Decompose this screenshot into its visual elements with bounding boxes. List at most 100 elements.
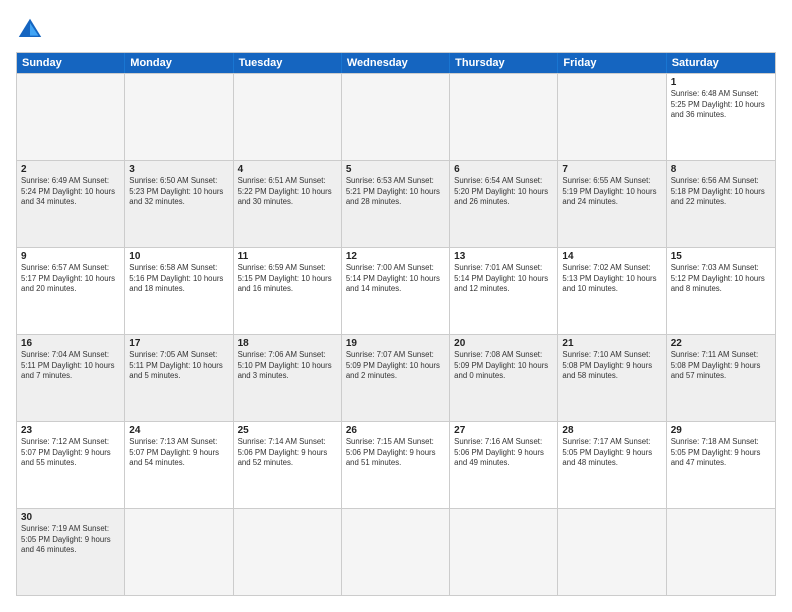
- calendar-cell-empty: [450, 509, 558, 595]
- calendar-cell-empty: [450, 74, 558, 160]
- header: [16, 16, 776, 44]
- calendar-cell-30: 30Sunrise: 7:19 AM Sunset: 5:05 PM Dayli…: [17, 509, 125, 595]
- day-info: Sunrise: 6:56 AM Sunset: 5:18 PM Dayligh…: [671, 176, 771, 208]
- calendar-cell-10: 10Sunrise: 6:58 AM Sunset: 5:16 PM Dayli…: [125, 248, 233, 334]
- day-number: 10: [129, 251, 228, 262]
- calendar-cell-12: 12Sunrise: 7:00 AM Sunset: 5:14 PM Dayli…: [342, 248, 450, 334]
- day-number: 9: [21, 251, 120, 262]
- day-info: Sunrise: 6:51 AM Sunset: 5:22 PM Dayligh…: [238, 176, 337, 208]
- day-number: 23: [21, 425, 120, 436]
- day-number: 16: [21, 338, 120, 349]
- day-number: 19: [346, 338, 445, 349]
- calendar-cell-19: 19Sunrise: 7:07 AM Sunset: 5:09 PM Dayli…: [342, 335, 450, 421]
- calendar-cell-3: 3Sunrise: 6:50 AM Sunset: 5:23 PM Daylig…: [125, 161, 233, 247]
- day-info: Sunrise: 7:03 AM Sunset: 5:12 PM Dayligh…: [671, 263, 771, 295]
- day-number: 13: [454, 251, 553, 262]
- day-info: Sunrise: 7:02 AM Sunset: 5:13 PM Dayligh…: [562, 263, 661, 295]
- calendar-cell-2: 2Sunrise: 6:49 AM Sunset: 5:24 PM Daylig…: [17, 161, 125, 247]
- calendar-cell-8: 8Sunrise: 6:56 AM Sunset: 5:18 PM Daylig…: [667, 161, 775, 247]
- day-info: Sunrise: 6:58 AM Sunset: 5:16 PM Dayligh…: [129, 263, 228, 295]
- calendar-cell-27: 27Sunrise: 7:16 AM Sunset: 5:06 PM Dayli…: [450, 422, 558, 508]
- day-info: Sunrise: 6:49 AM Sunset: 5:24 PM Dayligh…: [21, 176, 120, 208]
- header-day-thursday: Thursday: [450, 53, 558, 73]
- day-info: Sunrise: 7:12 AM Sunset: 5:07 PM Dayligh…: [21, 437, 120, 469]
- calendar-cell-13: 13Sunrise: 7:01 AM Sunset: 5:14 PM Dayli…: [450, 248, 558, 334]
- calendar-cell-9: 9Sunrise: 6:57 AM Sunset: 5:17 PM Daylig…: [17, 248, 125, 334]
- calendar-cell-empty: [125, 509, 233, 595]
- day-number: 2: [21, 164, 120, 175]
- day-number: 27: [454, 425, 553, 436]
- day-number: 17: [129, 338, 228, 349]
- day-info: Sunrise: 7:17 AM Sunset: 5:05 PM Dayligh…: [562, 437, 661, 469]
- day-info: Sunrise: 7:04 AM Sunset: 5:11 PM Dayligh…: [21, 350, 120, 382]
- calendar-cell-23: 23Sunrise: 7:12 AM Sunset: 5:07 PM Dayli…: [17, 422, 125, 508]
- calendar-cell-15: 15Sunrise: 7:03 AM Sunset: 5:12 PM Dayli…: [667, 248, 775, 334]
- day-info: Sunrise: 6:57 AM Sunset: 5:17 PM Dayligh…: [21, 263, 120, 295]
- header-day-tuesday: Tuesday: [234, 53, 342, 73]
- day-number: 8: [671, 164, 771, 175]
- day-info: Sunrise: 7:13 AM Sunset: 5:07 PM Dayligh…: [129, 437, 228, 469]
- calendar-cell-21: 21Sunrise: 7:10 AM Sunset: 5:08 PM Dayli…: [558, 335, 666, 421]
- day-number: 28: [562, 425, 661, 436]
- day-number: 12: [346, 251, 445, 262]
- day-info: Sunrise: 7:14 AM Sunset: 5:06 PM Dayligh…: [238, 437, 337, 469]
- day-info: Sunrise: 7:06 AM Sunset: 5:10 PM Dayligh…: [238, 350, 337, 382]
- day-info: Sunrise: 7:00 AM Sunset: 5:14 PM Dayligh…: [346, 263, 445, 295]
- day-info: Sunrise: 7:10 AM Sunset: 5:08 PM Dayligh…: [562, 350, 661, 382]
- day-number: 1: [671, 77, 771, 88]
- day-info: Sunrise: 7:16 AM Sunset: 5:06 PM Dayligh…: [454, 437, 553, 469]
- logo: [16, 16, 48, 44]
- day-number: 15: [671, 251, 771, 262]
- day-number: 25: [238, 425, 337, 436]
- day-number: 24: [129, 425, 228, 436]
- calendar-cell-empty: [342, 74, 450, 160]
- day-info: Sunrise: 7:05 AM Sunset: 5:11 PM Dayligh…: [129, 350, 228, 382]
- calendar-cell-22: 22Sunrise: 7:11 AM Sunset: 5:08 PM Dayli…: [667, 335, 775, 421]
- calendar-cell-25: 25Sunrise: 7:14 AM Sunset: 5:06 PM Dayli…: [234, 422, 342, 508]
- calendar-cell-empty: [234, 74, 342, 160]
- day-number: 20: [454, 338, 553, 349]
- calendar-cell-4: 4Sunrise: 6:51 AM Sunset: 5:22 PM Daylig…: [234, 161, 342, 247]
- calendar: SundayMondayTuesdayWednesdayThursdayFrid…: [16, 52, 776, 596]
- calendar-cell-20: 20Sunrise: 7:08 AM Sunset: 5:09 PM Dayli…: [450, 335, 558, 421]
- calendar-cell-1: 1Sunrise: 6:48 AM Sunset: 5:25 PM Daylig…: [667, 74, 775, 160]
- day-info: Sunrise: 6:50 AM Sunset: 5:23 PM Dayligh…: [129, 176, 228, 208]
- calendar-row-5: 30Sunrise: 7:19 AM Sunset: 5:05 PM Dayli…: [17, 508, 775, 595]
- day-info: Sunrise: 6:53 AM Sunset: 5:21 PM Dayligh…: [346, 176, 445, 208]
- calendar-cell-26: 26Sunrise: 7:15 AM Sunset: 5:06 PM Dayli…: [342, 422, 450, 508]
- calendar-cell-empty: [558, 509, 666, 595]
- calendar-header: SundayMondayTuesdayWednesdayThursdayFrid…: [17, 53, 775, 73]
- calendar-cell-17: 17Sunrise: 7:05 AM Sunset: 5:11 PM Dayli…: [125, 335, 233, 421]
- day-number: 5: [346, 164, 445, 175]
- day-info: Sunrise: 7:01 AM Sunset: 5:14 PM Dayligh…: [454, 263, 553, 295]
- header-day-friday: Friday: [558, 53, 666, 73]
- calendar-cell-empty: [125, 74, 233, 160]
- day-info: Sunrise: 7:19 AM Sunset: 5:05 PM Dayligh…: [21, 524, 120, 556]
- calendar-cell-empty: [667, 509, 775, 595]
- calendar-row-3: 16Sunrise: 7:04 AM Sunset: 5:11 PM Dayli…: [17, 334, 775, 421]
- day-info: Sunrise: 6:54 AM Sunset: 5:20 PM Dayligh…: [454, 176, 553, 208]
- day-info: Sunrise: 7:11 AM Sunset: 5:08 PM Dayligh…: [671, 350, 771, 382]
- day-number: 7: [562, 164, 661, 175]
- header-day-wednesday: Wednesday: [342, 53, 450, 73]
- day-number: 21: [562, 338, 661, 349]
- calendar-cell-18: 18Sunrise: 7:06 AM Sunset: 5:10 PM Dayli…: [234, 335, 342, 421]
- calendar-cell-28: 28Sunrise: 7:17 AM Sunset: 5:05 PM Dayli…: [558, 422, 666, 508]
- calendar-row-4: 23Sunrise: 7:12 AM Sunset: 5:07 PM Dayli…: [17, 421, 775, 508]
- calendar-cell-29: 29Sunrise: 7:18 AM Sunset: 5:05 PM Dayli…: [667, 422, 775, 508]
- day-info: Sunrise: 6:59 AM Sunset: 5:15 PM Dayligh…: [238, 263, 337, 295]
- day-number: 11: [238, 251, 337, 262]
- day-number: 3: [129, 164, 228, 175]
- day-number: 18: [238, 338, 337, 349]
- day-number: 26: [346, 425, 445, 436]
- calendar-cell-5: 5Sunrise: 6:53 AM Sunset: 5:21 PM Daylig…: [342, 161, 450, 247]
- calendar-cell-empty: [342, 509, 450, 595]
- day-info: Sunrise: 7:08 AM Sunset: 5:09 PM Dayligh…: [454, 350, 553, 382]
- calendar-cell-7: 7Sunrise: 6:55 AM Sunset: 5:19 PM Daylig…: [558, 161, 666, 247]
- day-number: 30: [21, 512, 120, 523]
- calendar-cell-empty: [234, 509, 342, 595]
- day-number: 4: [238, 164, 337, 175]
- day-number: 6: [454, 164, 553, 175]
- day-info: Sunrise: 7:18 AM Sunset: 5:05 PM Dayligh…: [671, 437, 771, 469]
- calendar-cell-11: 11Sunrise: 6:59 AM Sunset: 5:15 PM Dayli…: [234, 248, 342, 334]
